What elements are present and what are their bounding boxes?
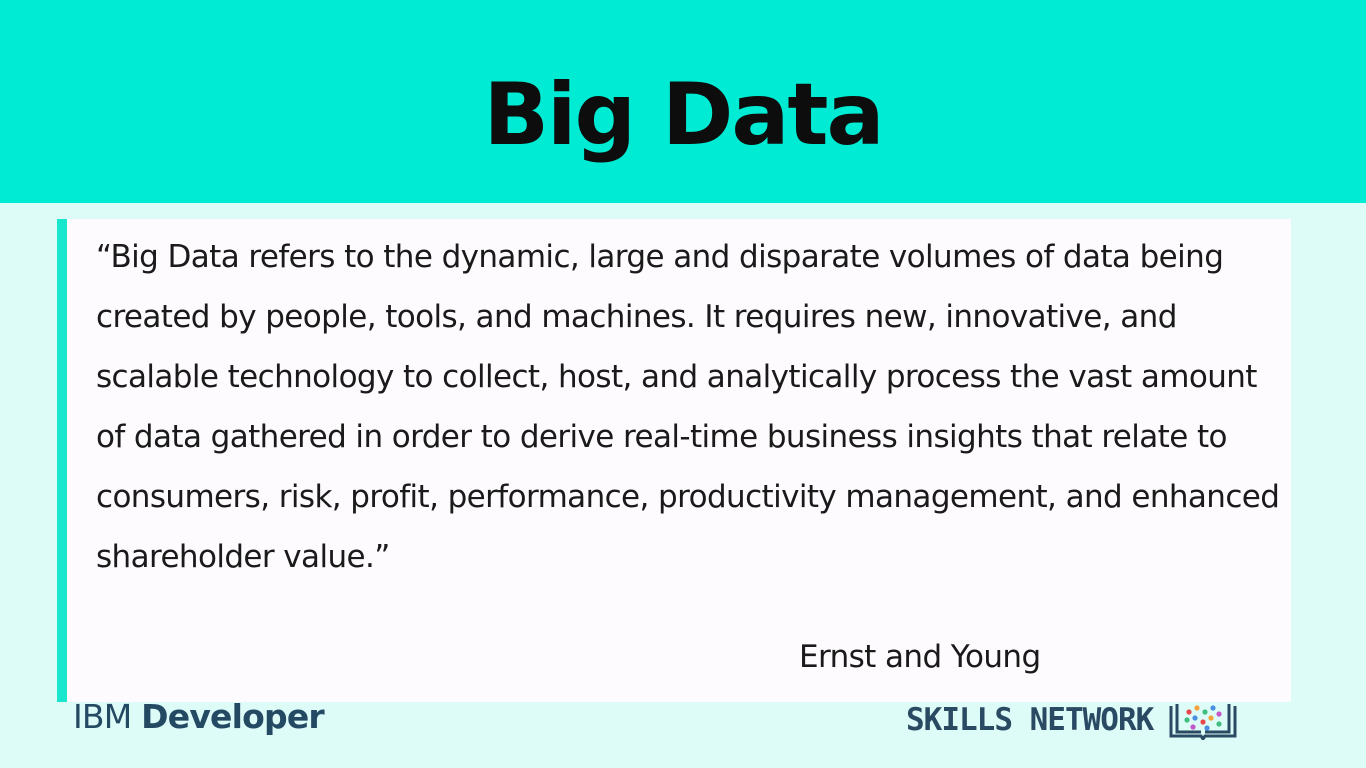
skills-network-text: SKILLS NETWORK [906,702,1154,738]
book-network-icon [1169,704,1237,740]
quote-author: Ernst and Young [799,639,1041,675]
developer-word: Developer [141,697,325,736]
slide-title: Big Data [483,65,884,165]
ibm-word: IBM [73,697,132,736]
quote-text: “Big Data refers to the dynamic, large a… [96,239,1280,575]
ibm-developer-logo: IBM Developer [73,697,325,736]
quote-card: “Big Data refers to the dynamic, large a… [57,219,1291,702]
skills-network-logo: SKILLS NETWORK [906,700,1239,740]
